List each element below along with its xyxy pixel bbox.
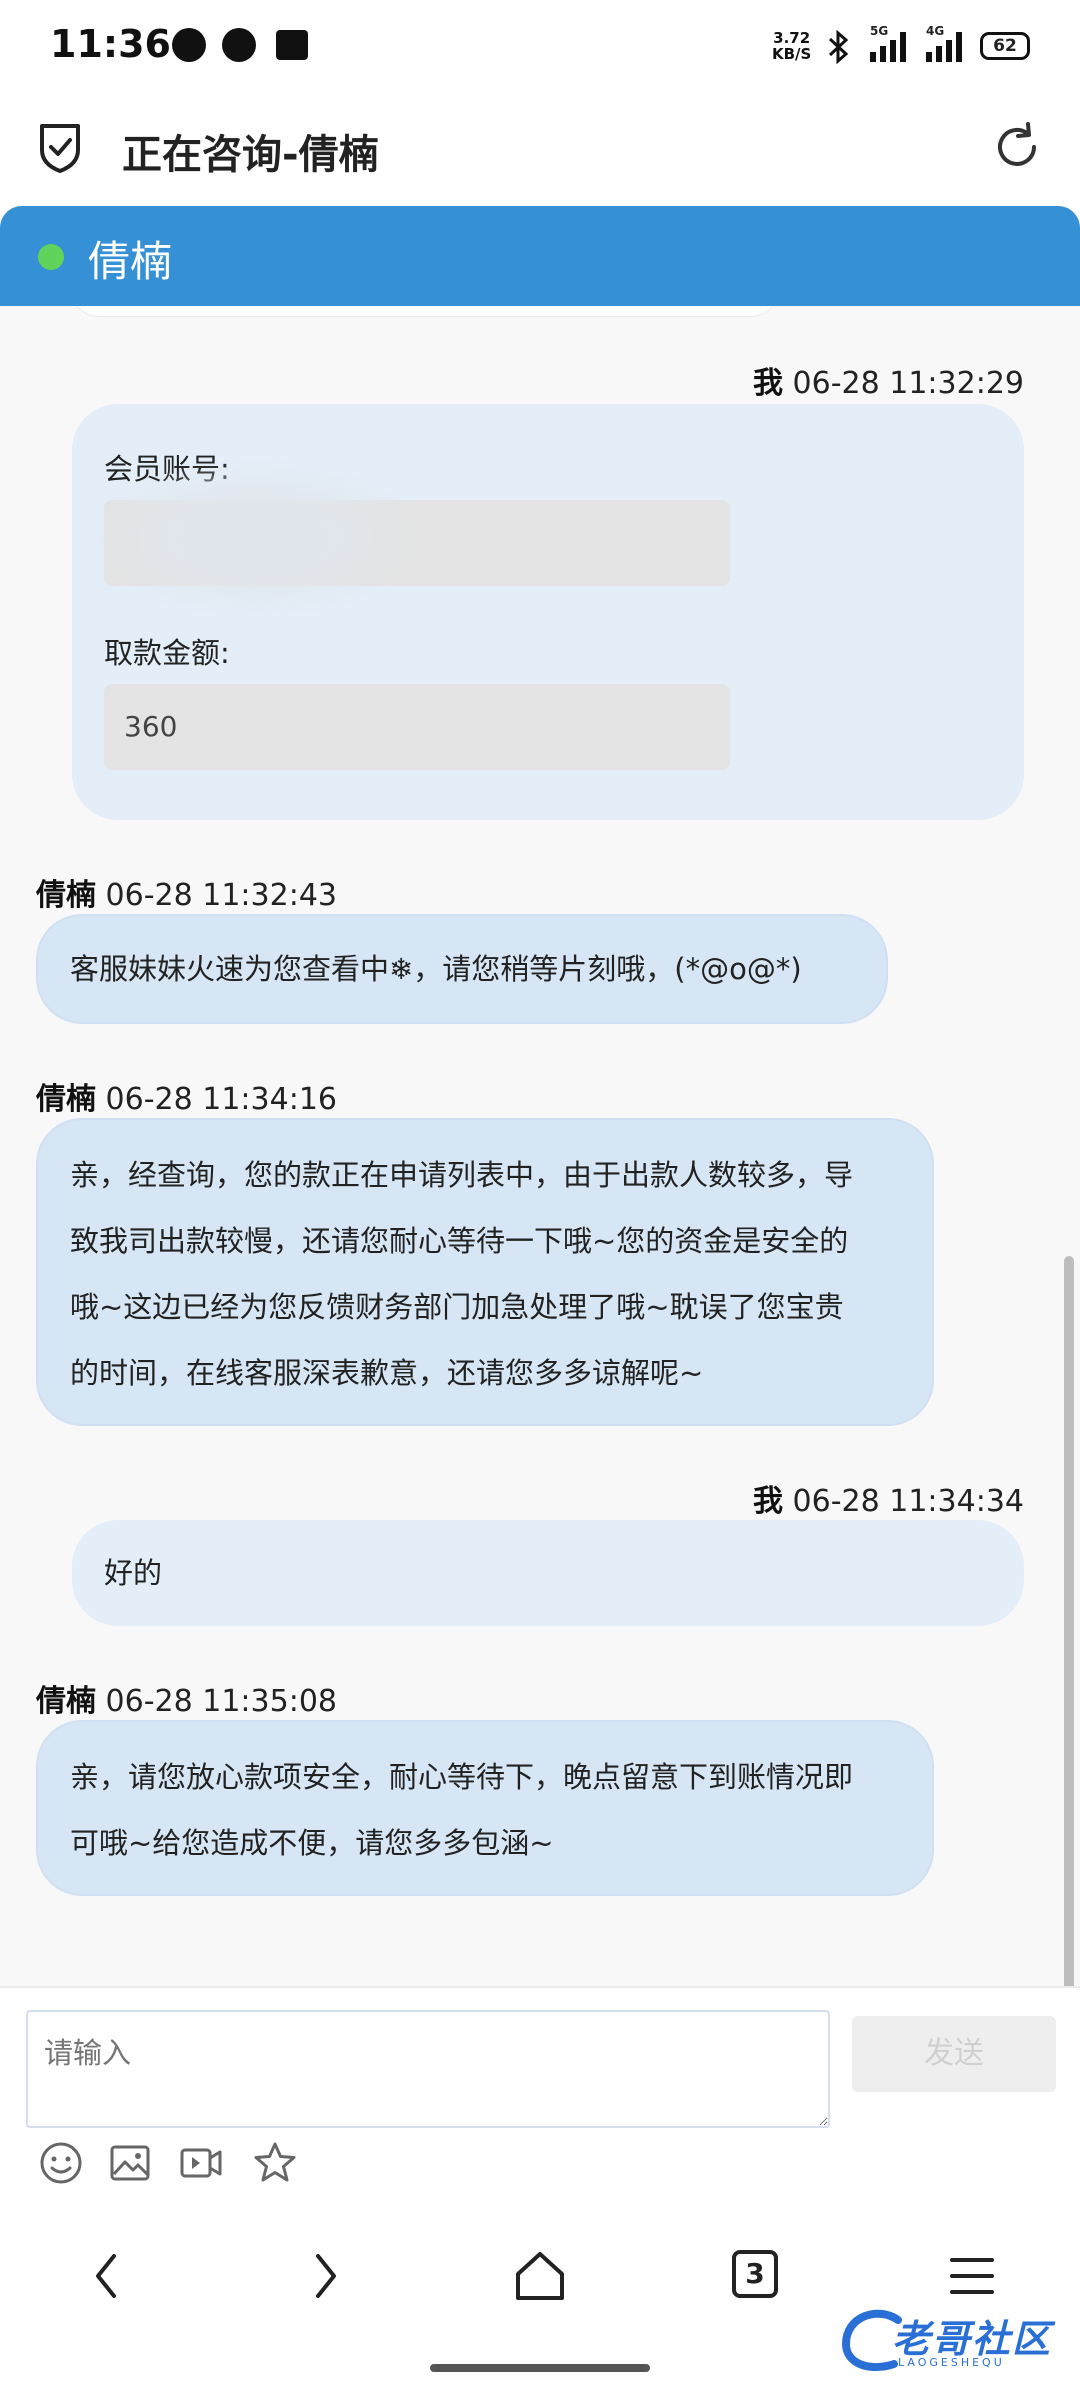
battery-level: 62 xyxy=(993,36,1017,56)
message-time: 06-28 11:34:16 xyxy=(105,1082,337,1117)
app-bar: 正在咨询-倩楠 xyxy=(0,92,1080,204)
amount-field: 360 xyxy=(104,684,730,770)
signal-4g-icon: 4G xyxy=(924,24,968,62)
chat-area[interactable]: 我 06-28 11:32:29 会员账号: 取款金额: 360 倩楠 06-2… xyxy=(0,306,1080,1986)
agent-name: 倩楠 xyxy=(88,237,173,286)
network-speed: 3.72 KB/S xyxy=(772,30,811,62)
message-time: 06-28 11:32:29 xyxy=(792,366,1024,401)
amount-label: 取款金额: xyxy=(104,636,230,670)
network-speed-unit: KB/S xyxy=(772,45,812,63)
message-text: 好的 xyxy=(104,1556,163,1590)
redacted-blur xyxy=(100,468,410,608)
message-sender: 我 xyxy=(753,366,783,401)
message-text-line: 哦~这边已经为您反馈财务部门加急处理了哦~耽误了您宝贵 xyxy=(70,1290,844,1324)
message-text-line: 亲，请您放心款项安全，耐心等待下，晚点留意下到账情况即 xyxy=(70,1760,854,1794)
page-title: 正在咨询-倩楠 xyxy=(122,132,379,178)
message-time: 06-28 11:35:08 xyxy=(105,1684,337,1719)
menu-icon[interactable] xyxy=(942,2246,1002,2306)
message-bubble-agent: 亲，经查询，您的款正在申请列表中，由于出款人数较多，导 致我司出款较慢，还请您耐… xyxy=(36,1118,934,1426)
battery-icon: 62 xyxy=(980,32,1030,60)
status-bar: 11:36 3.72 KB/S 5G 4G 62 xyxy=(0,0,1080,92)
shield-check-icon[interactable] xyxy=(36,120,84,174)
home-indicator[interactable] xyxy=(430,2364,650,2372)
forward-icon[interactable] xyxy=(294,2246,354,2306)
composer: 发送 xyxy=(0,1986,1080,2206)
send-button[interactable]: 发送 xyxy=(852,2016,1056,2092)
chat-scrollbar[interactable] xyxy=(1064,1256,1074,1986)
notification-app-icon xyxy=(276,30,308,60)
signal-5g-icon: 5G xyxy=(868,24,912,62)
online-status-dot xyxy=(38,244,64,270)
message-text-line: 亲，经查询，您的款正在申请列表中，由于出款人数较多，导 xyxy=(70,1158,854,1192)
message-text: 客服妹妹火速为您查看中❄，请您稍等片刻哦，(*@o@*) xyxy=(70,952,802,986)
tabs-button[interactable]: 3 xyxy=(732,2250,778,2298)
refresh-icon[interactable] xyxy=(990,120,1044,174)
star-icon[interactable] xyxy=(252,2140,298,2186)
home-icon[interactable] xyxy=(510,2246,570,2306)
message-meta: 倩楠 06-28 11:34:16 xyxy=(36,1074,337,1118)
notification-chat-icon xyxy=(172,28,206,62)
message-meta: 我 06-28 11:34:34 xyxy=(753,1476,1024,1520)
network-speed-value: 3.72 xyxy=(773,29,811,47)
message-time: 06-28 11:32:43 xyxy=(105,878,337,913)
back-icon[interactable] xyxy=(78,2246,138,2306)
signal-4g-label: 4G xyxy=(926,24,945,38)
notification-wechat-icon xyxy=(222,28,256,62)
message-sender: 我 xyxy=(753,1484,783,1519)
watermark-logo: 老哥社区 LAOGESHEQU xyxy=(838,2306,1068,2376)
status-time: 11:36 xyxy=(50,22,171,66)
watermark-text: 老哥社区 xyxy=(892,2317,1053,2361)
video-icon[interactable] xyxy=(178,2140,224,2186)
bluetooth-icon xyxy=(826,29,852,71)
message-text-line: 可哦~给您造成不便，请您多多包涵~ xyxy=(70,1826,554,1860)
message-meta: 倩楠 06-28 11:35:08 xyxy=(36,1676,337,1720)
message-bubble-agent: 亲，请您放心款项安全，耐心等待下，晚点留意下到账情况即 可哦~给您造成不便，请您… xyxy=(36,1720,934,1896)
agent-header: 倩楠 xyxy=(0,206,1080,306)
message-sender: 倩楠 xyxy=(36,878,96,913)
watermark-subtext: LAOGESHEQU xyxy=(898,2356,1005,2369)
message-text-line: 的时间，在线客服深表歉意，还请您多多谅解呢~ xyxy=(70,1356,704,1390)
message-input[interactable] xyxy=(26,2010,830,2128)
message-meta: 我 06-28 11:32:29 xyxy=(753,358,1024,402)
message-time: 06-28 11:34:34 xyxy=(792,1484,1024,1519)
browser-navbar: 3 老哥社区 LAOGESHEQU xyxy=(0,2206,1080,2400)
message-sender: 倩楠 xyxy=(36,1082,96,1117)
emoji-icon[interactable] xyxy=(38,2140,84,2186)
message-bubble-agent: 客服妹妹火速为您查看中❄，请您稍等片刻哦，(*@o@*) xyxy=(36,914,888,1024)
message-bubble-me: 好的 xyxy=(72,1520,1024,1626)
image-icon[interactable] xyxy=(108,2140,154,2186)
previous-message-bubble xyxy=(70,306,780,316)
message-text-line: 致我司出款较慢，还请您耐心等待一下哦~您的资金是安全的 xyxy=(70,1224,849,1258)
signal-5g-label: 5G xyxy=(870,24,889,38)
message-meta: 倩楠 06-28 11:32:43 xyxy=(36,870,337,914)
message-sender: 倩楠 xyxy=(36,1684,96,1719)
